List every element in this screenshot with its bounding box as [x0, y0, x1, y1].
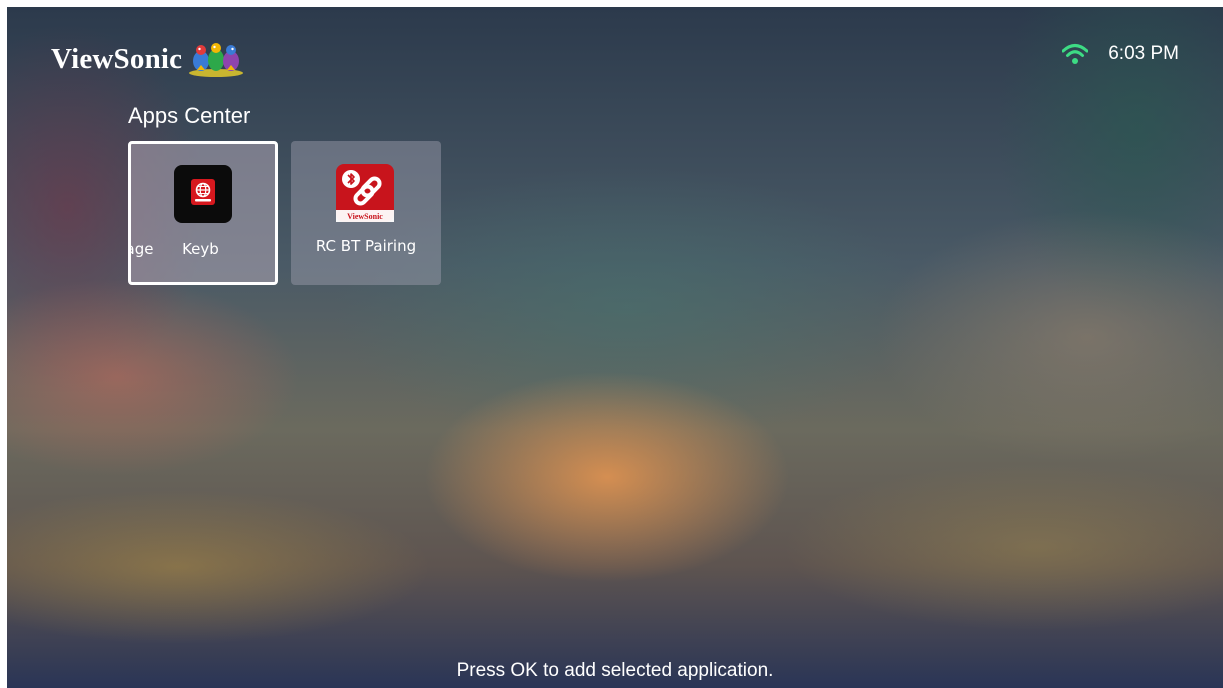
svg-text:ViewSonic: ViewSonic	[347, 212, 383, 221]
instruction-hint: Press OK to add selected application.	[456, 660, 774, 681]
brand-logo: ViewSonic	[51, 39, 244, 79]
wifi-icon	[1062, 44, 1089, 64]
brand-name: ViewSonic	[51, 42, 183, 75]
status-bar: 6:03 PM	[1062, 43, 1179, 65]
globe-icon	[174, 165, 232, 223]
app-tile-language-keyboard[interactable]: nguage Keyb	[128, 141, 278, 285]
app-label: RC BT Pairing	[315, 237, 417, 255]
birds-logo-icon	[189, 43, 244, 77]
app-tile-rc-bt-pairing[interactable]: ViewSonic RC BT Pairing	[291, 141, 441, 285]
clock: 6:03 PM	[1108, 43, 1179, 64]
apps-center-title: Apps Center	[128, 103, 251, 128]
projector-home-screen: ViewSonic 6:03 PM Apps Center age Keyb V…	[7, 7, 1223, 688]
bt-pairing-icon: ViewSonic	[336, 164, 394, 222]
scrolling-app-label: nguage Keyb	[128, 240, 219, 258]
